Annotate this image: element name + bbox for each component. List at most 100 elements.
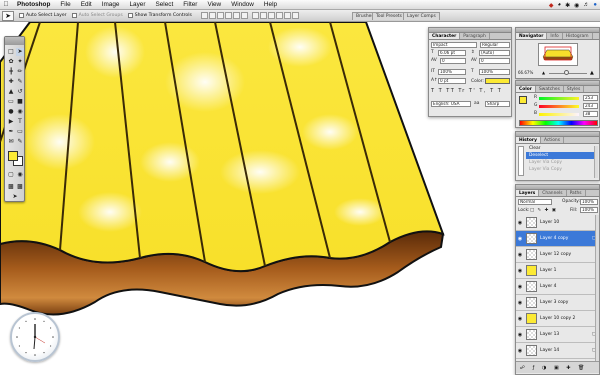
opacity-field[interactable]: 100% [580, 199, 598, 205]
layer-row[interactable]: ◉ Layer 1 [516, 263, 599, 279]
tab-character[interactable]: Character [429, 33, 461, 39]
healing-brush-tool-icon[interactable]: ✚ [7, 78, 15, 86]
show-transform-controls-checkbox[interactable] [127, 13, 133, 18]
visibility-eye-icon[interactable]: ◉ [517, 236, 523, 242]
layer-row[interactable]: ◉ Layer 12 copy [516, 247, 599, 263]
kerning-field[interactable]: 0 [440, 58, 466, 64]
wifi-icon[interactable]: ◉ [574, 2, 579, 9]
distribute-right-icon[interactable] [291, 12, 299, 19]
well-tab-tool-presets[interactable]: Tool Presets [372, 12, 406, 20]
brush-tool-icon[interactable]: ✎ [16, 78, 24, 86]
adobe-icon[interactable]: ◆ [549, 2, 554, 9]
quick-mask-on-icon[interactable]: ◉ [16, 171, 24, 179]
screen-mode-standard-icon[interactable]: ▩ [7, 183, 15, 191]
magic-wand-tool-icon[interactable]: ✦ [16, 58, 24, 66]
visibility-eye-icon[interactable]: ◉ [517, 284, 523, 290]
spotlight-icon[interactable]: ● [593, 2, 597, 8]
language-select[interactable]: English: USA [431, 101, 471, 107]
menu-select[interactable]: Select [150, 1, 178, 8]
green-slider[interactable] [539, 105, 579, 108]
tab-color[interactable]: Color [516, 86, 536, 92]
history-scrollbar[interactable] [594, 146, 598, 178]
visibility-eye-icon[interactable]: ◉ [517, 252, 523, 258]
menu-file[interactable]: File [55, 1, 75, 8]
layers-footer-buttons[interactable]: ☍ ƒ ◑ ▣ ✚ 🗑 [516, 361, 599, 373]
blue-value-field[interactable]: 38 [583, 111, 598, 117]
foreground-color-swatch[interactable] [8, 151, 18, 161]
quick-mask-off-icon[interactable]: ▢ [7, 171, 15, 179]
type-style-buttons[interactable]: T T TT Tr T' T, T T [431, 88, 511, 95]
tab-paths[interactable]: Paths [567, 190, 586, 196]
color-panel-fg-swatch[interactable] [519, 96, 527, 104]
layer-row[interactable]: ◉ Layer 10 [516, 215, 599, 231]
layer-row[interactable]: ◉ Layer 14 ▢ [516, 343, 599, 359]
layer-row[interactable]: ◉ Layer 10 copy 2 [516, 311, 599, 327]
history-item-selected[interactable]: Deselect [526, 152, 598, 159]
text-color-swatch[interactable] [485, 78, 510, 84]
marquee-tool-icon[interactable]: □ [7, 48, 15, 56]
green-value-field[interactable]: 243 [583, 103, 598, 109]
fill-field[interactable]: 100% [580, 207, 598, 213]
crop-tool-icon[interactable]: ╋ [7, 68, 15, 76]
tab-info[interactable]: Info [547, 33, 563, 39]
distribute-top-icon[interactable] [251, 12, 259, 19]
lock-options-icons[interactable]: □ ✎ ✚ ▣ [530, 208, 557, 213]
align-right-icon[interactable] [240, 12, 248, 19]
tab-layers[interactable]: Layers [516, 190, 540, 196]
blend-mode-select[interactable]: Normal [518, 199, 552, 205]
distribute-vcenter-icon[interactable] [259, 12, 267, 19]
align-hcenter-icon[interactable] [232, 12, 240, 19]
clone-stamp-tool-icon[interactable]: ▲ [7, 88, 15, 96]
visibility-eye-icon[interactable]: ◉ [517, 300, 523, 306]
dodge-tool-icon[interactable]: ◉ [16, 108, 24, 116]
lasso-tool-icon[interactable]: ✿ [7, 58, 15, 66]
font-size-field[interactable]: 6.06 pt [438, 50, 466, 56]
blue-slider[interactable] [539, 113, 579, 116]
align-left-icon[interactable] [224, 12, 232, 19]
font-style-select[interactable]: Regular [480, 42, 510, 48]
menu-edit[interactable]: Edit [76, 1, 97, 8]
move-tool-icon[interactable]: ➤ [16, 48, 24, 56]
color-spectrum-bar[interactable] [519, 120, 598, 126]
distribute-bottom-icon[interactable] [267, 12, 275, 19]
distribute-hcenter-icon[interactable] [283, 12, 291, 19]
tracking-field[interactable]: 0 [479, 58, 510, 64]
path-selection-tool-icon[interactable]: ▶ [7, 118, 15, 126]
jump-to-imageready-icon[interactable]: ➤ [11, 193, 19, 201]
well-tab-layer-comps[interactable]: Layer Comps [403, 12, 440, 20]
shape-tool-icon[interactable]: ▭ [16, 128, 24, 136]
font-family-select[interactable]: Impact [431, 42, 477, 48]
pen-tool-icon[interactable]: ✒ [7, 128, 15, 136]
zoom-out-icon[interactable]: ▲ [542, 71, 546, 75]
tab-actions[interactable]: Actions [541, 137, 564, 143]
clock-menu-icon[interactable]: ◕ [557, 2, 561, 8]
navigator-zoom-value[interactable]: 66.67% [518, 70, 533, 75]
visibility-eye-icon[interactable]: ◉ [517, 268, 523, 274]
distribute-left-icon[interactable] [275, 12, 283, 19]
tab-navigator[interactable]: Navigator [516, 33, 548, 39]
tab-paragraph[interactable]: Paragraph [460, 33, 490, 39]
zoom-in-icon[interactable]: ▲ [590, 70, 596, 76]
layer-row[interactable]: ◉ Layer 4 [516, 279, 599, 295]
layer-row-selected[interactable]: ◉ Layer 4 copy ▢ [516, 231, 599, 247]
app-menu[interactable]: Photoshop [12, 1, 55, 8]
zoom-slider-thumb[interactable] [564, 70, 569, 75]
history-brush-tool-icon[interactable]: ↺ [16, 88, 24, 96]
auto-select-groups-checkbox[interactable] [71, 13, 77, 18]
notes-tool-icon[interactable]: ✉ [7, 138, 15, 146]
visibility-eye-icon[interactable]: ◉ [517, 348, 523, 354]
tab-swatches[interactable]: Swatches [536, 86, 564, 92]
volume-icon[interactable]: ♬ [583, 2, 589, 8]
move-tool-preset-icon[interactable]: ➤ [2, 10, 14, 21]
eyedropper-tool-icon[interactable]: ✎ [16, 138, 24, 146]
menu-filter[interactable]: Filter [178, 1, 202, 8]
antialias-select[interactable]: Sharp [485, 101, 510, 107]
history-item[interactable]: Clear [526, 145, 598, 152]
red-value-field[interactable]: 253 [583, 95, 598, 101]
auto-select-layer-checkbox[interactable] [19, 13, 24, 18]
tab-history[interactable]: History [516, 137, 541, 143]
apple-menu-icon[interactable]:  [0, 1, 12, 8]
menu-help[interactable]: Help [259, 1, 282, 8]
menu-layer[interactable]: Layer [124, 1, 150, 8]
menu-window[interactable]: Window [226, 1, 259, 8]
